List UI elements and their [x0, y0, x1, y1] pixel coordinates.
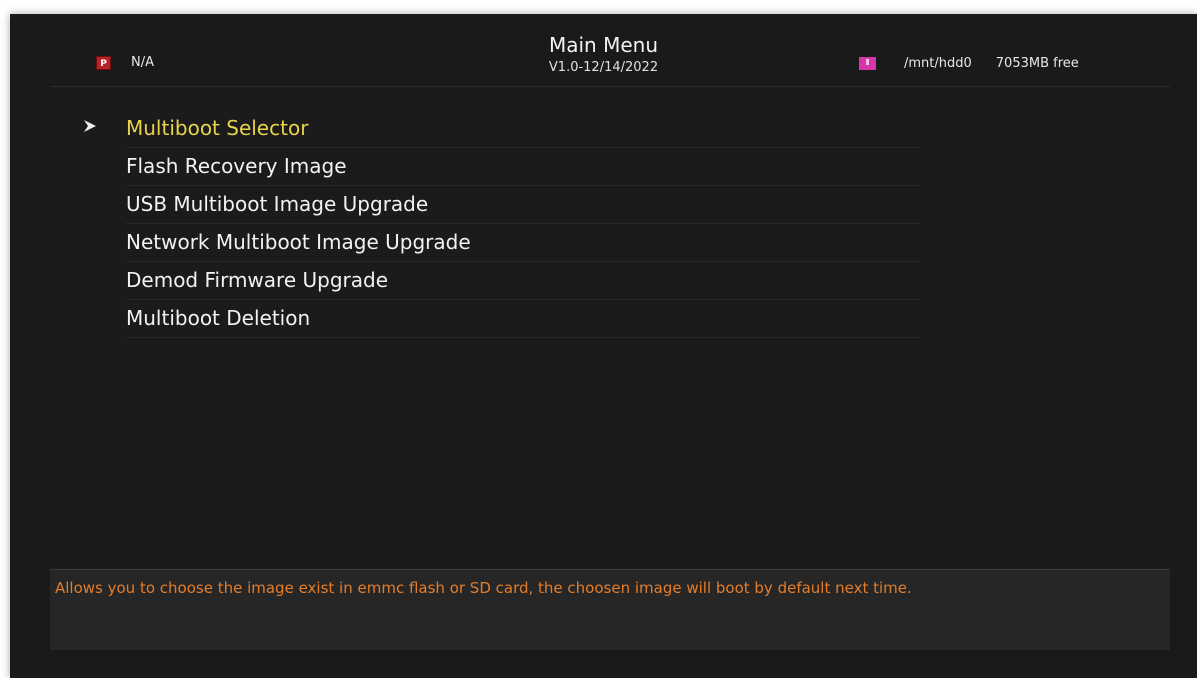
header: P N/A Main Menu V1.0-12/14/2022 /mnt/hdd… — [10, 14, 1197, 86]
mount-path: /mnt/hdd0 — [904, 56, 972, 71]
menu-item-label: Demod Firmware Upgrade — [126, 268, 389, 292]
menu-item-label: Multiboot Selector — [126, 116, 309, 140]
free-space: 7053MB free — [995, 56, 1079, 71]
menu-item-demod-firmware-upgrade[interactable]: Demod Firmware Upgrade — [126, 261, 920, 300]
menu-item-usb-multiboot-upgrade[interactable]: USB Multiboot Image Upgrade — [126, 185, 920, 224]
menu-panel: Multiboot Selector Flash Recovery Image … — [50, 86, 1170, 569]
menu-item-label: USB Multiboot Image Upgrade — [126, 192, 429, 216]
menu-item-flash-recovery-image[interactable]: Flash Recovery Image — [126, 147, 920, 186]
selection-arrow-icon — [84, 120, 96, 132]
menu-item-label: Network Multiboot Image Upgrade — [126, 230, 471, 254]
menu-item-network-multiboot-upgrade[interactable]: Network Multiboot Image Upgrade — [126, 223, 920, 262]
help-bar: Allows you to choose the image exist in … — [50, 569, 1170, 650]
menu-item-multiboot-deletion[interactable]: Multiboot Deletion — [126, 299, 920, 338]
page-title: Main Menu — [548, 33, 658, 57]
menu-item-multiboot-selector[interactable]: Multiboot Selector — [84, 109, 920, 148]
storage-status: /mnt/hdd0 7053MB free — [859, 56, 1079, 71]
help-text: Allows you to choose the image exist in … — [55, 579, 912, 597]
menu-item-label: Flash Recovery Image — [126, 154, 347, 178]
hdd-icon — [859, 57, 876, 70]
tv-screen: P N/A Main Menu V1.0-12/14/2022 /mnt/hdd… — [10, 14, 1197, 678]
menu-item-label: Multiboot Deletion — [126, 306, 311, 330]
